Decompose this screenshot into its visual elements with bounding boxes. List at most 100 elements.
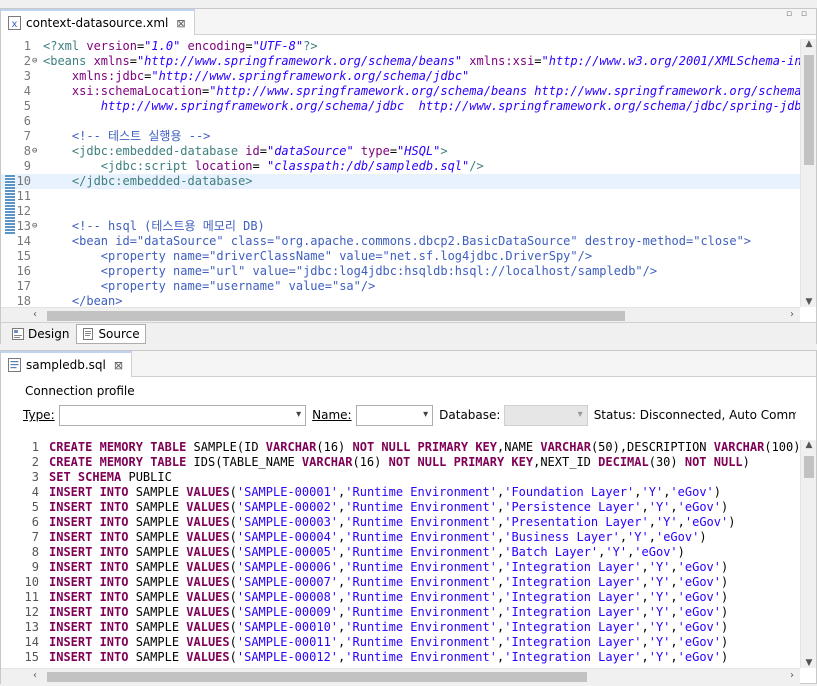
code-line[interactable]: 2 ⊖ <beans xmlns="http://www.springframewo… [1, 54, 816, 69]
code-line[interactable]: 12 INSERT INTO SAMPLE VALUES('SAMPLE-0000… [1, 605, 816, 620]
code-token: VALUES [186, 590, 230, 604]
fold-toggle-icon[interactable]: ⊖ [32, 54, 42, 69]
tab-sampledb-sql[interactable]: sampledb.sql ⊠ [1, 351, 133, 377]
sql-editor-tabbar: sampledb.sql ⊠ [1, 351, 816, 377]
tab-source[interactable]: Source [76, 323, 146, 344]
code-token: 'Runtime Environment' [345, 500, 497, 514]
code-line[interactable]: 6 [1, 114, 816, 129]
code-line[interactable]: 3 SET SCHEMA PUBLIC [1, 470, 816, 485]
scrollbar-thumb[interactable] [47, 311, 625, 321]
code-line[interactable]: 11 INSERT INTO SAMPLE VALUES('SAMPLE-0000… [1, 590, 816, 605]
xml-horizontal-scrollbar[interactable]: ‹ › [1, 307, 800, 323]
sql-source-editor[interactable]: 1 CREATE MEMORY TABLE SAMPLE(ID VARCHAR(1… [1, 440, 816, 668]
xml-source-editor[interactable]: 1 <?xml version="1.0" encoding="UTF-8"?> 2… [1, 39, 816, 307]
code-line[interactable]: 10 INSERT INTO SAMPLE VALUES('SAMPLE-0000… [1, 575, 816, 590]
code-line[interactable]: 13 INSERT INTO SAMPLE VALUES('SAMPLE-0001… [1, 620, 816, 635]
code-line[interactable]: 3 xmlns:jdbc="http://www.springframework… [1, 69, 816, 84]
close-tab-icon[interactable]: ⊠ [176, 17, 185, 30]
code-line[interactable]: 7 INSERT INTO SAMPLE VALUES('SAMPLE-00004… [1, 530, 816, 545]
line-number: 2 [31, 455, 39, 469]
code-token: ,NEXT_ID [533, 455, 599, 469]
code-line[interactable]: 14 <bean id="dataSource" class="org.apac… [1, 234, 816, 249]
code-token: ,NAME [497, 440, 541, 454]
scrollbar-thumb[interactable] [47, 672, 587, 682]
code-token: VALUES [186, 560, 230, 574]
line-number: 13 [24, 620, 39, 634]
code-text: </bean> [43, 294, 123, 307]
close-tab-icon[interactable]: ⊠ [114, 359, 123, 372]
code-line[interactable]: 15 INSERT INTO SAMPLE VALUES('SAMPLE-0001… [1, 650, 816, 665]
code-token: , [677, 515, 685, 529]
code-line[interactable]: 2 CREATE MEMORY TABLE IDS(TABLE_NAME VARC… [1, 455, 816, 470]
code-line[interactable]: 1 <?xml version="1.0" encoding="UTF-8"?> [1, 39, 816, 54]
code-line[interactable]: 11 [1, 189, 816, 204]
code-token: VARCHAR [540, 440, 591, 454]
code-line[interactable]: 4 INSERT INTO SAMPLE VALUES('SAMPLE-00001… [1, 485, 816, 500]
fold-toggle-icon[interactable]: ⊖ [32, 219, 42, 234]
code-line[interactable]: 14 INSERT INTO SAMPLE VALUES('SAMPLE-0001… [1, 635, 816, 650]
scroll-up-icon[interactable]: ▲ [801, 440, 817, 450]
code-line[interactable]: 13 ⊖ <!-- hsql (테스트용 메모리 DB) [1, 219, 816, 234]
code-token: 'Runtime Environment' [345, 650, 497, 664]
scroll-right-icon[interactable]: › [790, 309, 794, 320]
code-token: INSERT INTO [49, 590, 129, 604]
code-line[interactable]: 5 INSERT INTO SAMPLE VALUES('SAMPLE-00002… [1, 500, 816, 515]
code-token: VARCHAR [301, 455, 353, 469]
scroll-up-icon[interactable]: ▲ [801, 39, 817, 49]
code-token: , [670, 635, 678, 649]
code-line[interactable]: 6 INSERT INTO SAMPLE VALUES('SAMPLE-00003… [1, 515, 816, 530]
code-token: "dataSource" [266, 144, 354, 158]
scroll-left-icon[interactable]: ‹ [33, 309, 37, 320]
line-number: 7 [31, 530, 39, 544]
xml-vertical-scrollbar[interactable]: ▲ ▼ [800, 39, 816, 307]
window-controls-icon[interactable]: ▫ ▫ [786, 9, 810, 19]
code-token: ( [229, 620, 237, 634]
tab-design[interactable]: Design [7, 324, 74, 344]
code-token: <?xml [43, 39, 87, 53]
type-combo[interactable]: ▾ [58, 404, 307, 426]
code-line[interactable]: 9 INSERT INTO SAMPLE VALUES('SAMPLE-00006… [1, 560, 816, 575]
code-token: MEMORY [99, 455, 143, 469]
tab-context-datasource-xml[interactable]: x context-datasource.xml ⊠ [1, 9, 195, 35]
scrollbar-thumb[interactable] [804, 55, 814, 165]
code-token: 'eGov' [677, 620, 722, 634]
code-line[interactable]: 18 </bean> [1, 294, 816, 307]
code-line[interactable]: 5 http://www.springframework.org/schema/… [1, 99, 816, 114]
tab-source-label: Source [98, 326, 140, 341]
code-line[interactable]: 17 <property name="username" value="sa"/… [1, 279, 816, 294]
code-line[interactable]: 12 [1, 204, 816, 219]
scroll-left-icon[interactable]: ‹ [33, 670, 37, 681]
code-token: 'Integration Layer' [504, 620, 642, 634]
line-number: 2 [23, 54, 31, 68]
scroll-right-icon[interactable]: › [790, 670, 794, 681]
code-token: INSERT INTO [49, 515, 129, 529]
sql-horizontal-scrollbar[interactable]: ‹ › [1, 668, 800, 684]
scroll-down-icon[interactable]: ▼ [801, 297, 817, 307]
code-line[interactable]: 4 xsi:schemaLocation="http://www.springf… [1, 84, 816, 99]
code-line[interactable]: 1 CREATE MEMORY TABLE SAMPLE(ID VARCHAR(1… [1, 440, 816, 455]
line-number: 6 [23, 114, 31, 128]
code-line[interactable]: 8 INSERT INTO SAMPLE VALUES('SAMPLE-00005… [1, 545, 816, 560]
code-token: ) [699, 530, 707, 544]
code-token: 'Integration Layer' [504, 650, 642, 664]
fold-toggle-icon[interactable]: ⊖ [32, 144, 42, 159]
chevron-down-icon: ▾ [296, 408, 302, 420]
name-combo[interactable]: ▾ [355, 404, 434, 426]
database-combo[interactable]: ▾ [504, 404, 588, 426]
code-line[interactable]: 15 <property name="driverClassName" valu… [1, 249, 816, 264]
scroll-down-icon[interactable]: ▼ [801, 658, 817, 668]
code-token: SAMPLE [128, 530, 187, 544]
code-line[interactable]: 8 ⊖ <jdbc:embedded-database id="dataSourc… [1, 144, 816, 159]
code-line[interactable]: 9 <jdbc:script location= "classpath:/db/… [1, 159, 816, 174]
code-token: 'Business Layer' [504, 530, 620, 544]
code-token: 'Runtime Environment' [345, 575, 497, 589]
code-token: 'SAMPLE-00001' [236, 485, 339, 499]
code-token: 'SAMPLE-00012' [236, 650, 339, 664]
line-number: 10 [16, 174, 31, 188]
code-line[interactable]: 16 <property name="url" value="jdbc:log4… [1, 264, 816, 279]
scrollbar-thumb[interactable] [804, 456, 814, 478]
sql-vertical-scrollbar[interactable]: ▲ ▼ [800, 440, 816, 668]
code-line[interactable]: 10 </jdbc:embedded-database> [1, 174, 816, 189]
code-line[interactable]: 7 <!-- 테스트 실행용 --> [1, 129, 816, 144]
